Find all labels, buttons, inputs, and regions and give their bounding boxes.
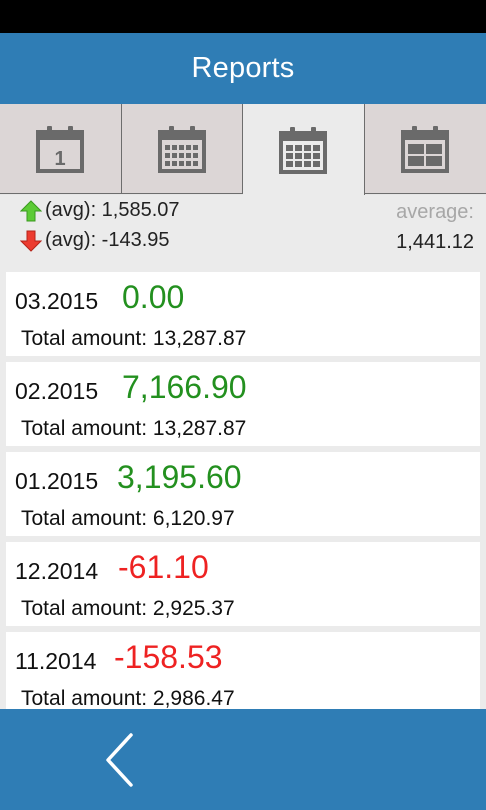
report-item[interactable]: 12.2014 -61.10 Total amount: 2,925.37	[6, 542, 480, 626]
status-bar	[0, 0, 486, 33]
bottom-app-bar	[0, 709, 486, 810]
report-period: 11.2014	[15, 648, 97, 674]
calendar-day-number: 1	[55, 148, 66, 170]
back-button[interactable]	[98, 731, 146, 789]
report-item[interactable]: 03.2015 0.00 Total amount: 13,287.87	[6, 272, 480, 356]
report-total: Total amount: 2,986.47	[21, 687, 235, 709]
calendar-week-icon	[157, 125, 206, 173]
calendar-day-icon: 1	[36, 125, 85, 173]
report-delta: 3,195.60	[117, 459, 242, 495]
report-period: 02.2015	[15, 378, 99, 404]
average-label: average:	[396, 201, 474, 223]
report-period: 03.2015	[15, 288, 99, 314]
up-average-row: (avg): 1,585.07	[20, 199, 180, 222]
report-total: Total amount: 13,287.87	[21, 327, 247, 350]
calendar-month-icon	[279, 126, 328, 174]
report-list[interactable]: 03.2015 0.00 Total amount: 13,287.87 02.…	[0, 265, 486, 709]
tab-year[interactable]	[364, 104, 486, 194]
report-delta: 0.00	[122, 279, 185, 315]
report-item[interactable]: 01.2015 3,195.60 Total amount: 6,120.97	[6, 452, 480, 536]
tab-week[interactable]	[121, 104, 243, 194]
chevron-left-icon	[106, 733, 133, 787]
page-title: Reports	[191, 52, 295, 84]
tab-day[interactable]: 1	[0, 104, 122, 194]
red-down-arrow-icon	[20, 230, 42, 252]
report-total: Total amount: 2,925.37	[21, 597, 235, 620]
report-total: Total amount: 13,287.87	[21, 417, 247, 440]
title-bar: Reports	[0, 33, 486, 104]
down-average-row: (avg): -143.95	[20, 229, 170, 252]
green-up-arrow-icon	[20, 199, 42, 221]
report-delta: -158.53	[114, 639, 223, 675]
report-item[interactable]: 02.2015 7,166.90 Total amount: 13,287.87	[6, 362, 480, 446]
summary-panel: (avg): 1,585.07 (avg): -143.95 average: …	[0, 195, 486, 265]
period-tabs: 1	[0, 104, 486, 195]
average-value: 1,441.12	[396, 231, 474, 253]
up-average-label: (avg): 1,585.07	[45, 199, 180, 221]
report-total: Total amount: 6,120.97	[21, 507, 235, 530]
report-delta: -61.10	[118, 549, 209, 585]
report-period: 12.2014	[15, 558, 99, 584]
tab-month[interactable]	[243, 104, 365, 195]
report-period: 01.2015	[15, 468, 99, 494]
down-average-label: (avg): -143.95	[45, 229, 170, 251]
report-delta: 7,166.90	[122, 369, 247, 405]
calendar-year-icon	[401, 125, 450, 173]
report-item[interactable]: 11.2014 -158.53 Total amount: 2,986.47	[6, 632, 480, 709]
